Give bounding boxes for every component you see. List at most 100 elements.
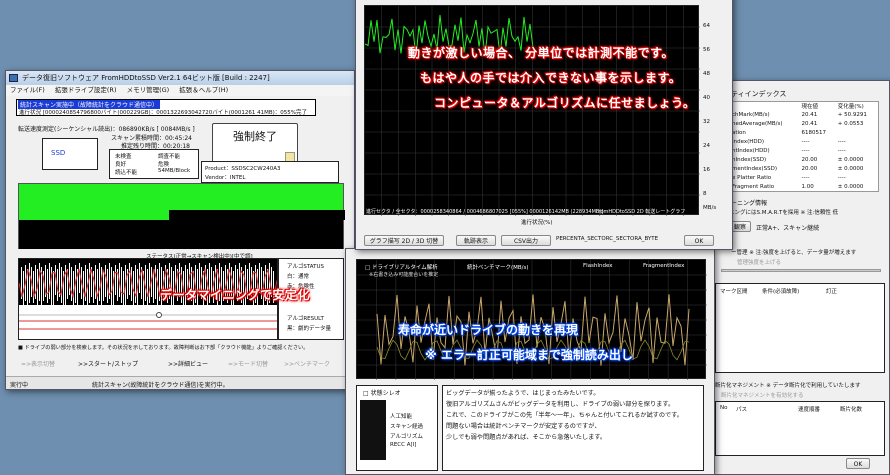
main-titlebar: データ復旧ソフトウェア FromHDDtoSSD Ver2.1 64ビット版 [… xyxy=(6,71,354,85)
menu-file[interactable]: ファイル(F) xyxy=(10,86,45,94)
stats-cell: + 0.0553 xyxy=(837,121,864,127)
y-tick-48: 48 xyxy=(703,71,710,77)
stats-cell: chMark(MB/s) xyxy=(732,112,770,118)
stats-cell: ntIndex(HDD) xyxy=(732,148,770,154)
y-tick-32: 32 xyxy=(703,119,710,125)
stats-header-name xyxy=(730,102,800,111)
y-axis: 64 56 48 40 32 24 16 8 MB/s xyxy=(701,5,731,215)
stats-row: mentIndex(SSD) 20.00 ± 0.0000 xyxy=(730,165,879,174)
stats-cell: Fragment Ratio xyxy=(732,183,775,190)
force-stop-button[interactable]: 強制終了 xyxy=(212,123,298,165)
sector-map-unscanned xyxy=(169,210,345,220)
mark-header-condition: 条件(必須故障) xyxy=(762,289,800,295)
stats-cell: 20.00 xyxy=(801,157,818,163)
stats-header-change: 変化量(%) xyxy=(837,104,864,111)
stats-cell: 20.00 xyxy=(801,166,818,172)
detail-view-button[interactable]: >>詳細ビュー xyxy=(168,359,208,368)
stats-cell: 20.41 xyxy=(801,112,818,118)
mode-switch-button[interactable]: =>モード切替 xyxy=(228,359,268,368)
algo-result-black: 黒：劇的データ量 xyxy=(287,326,332,332)
frag-header-path: パス xyxy=(736,407,748,413)
stats-cell: hIndex(SSD) xyxy=(732,157,767,163)
banner-red-2: もはや人の手では介入できない事を示します。 xyxy=(420,71,682,85)
status-bar-left: 実行中 xyxy=(10,382,29,389)
y-tick-40: 40 xyxy=(703,95,710,101)
benchmark-button[interactable]: >>ベンチマーク xyxy=(284,359,330,368)
sector-map xyxy=(18,183,345,249)
y-tick-64: 64 xyxy=(703,23,710,29)
strength-slider[interactable] xyxy=(721,269,881,272)
stats-row: ntIndex(HDD) ---- ---- xyxy=(730,147,879,156)
stats-cell: 6180517 xyxy=(801,130,827,136)
rt-legend-bench: 統計ベンチマーク(MB/s) xyxy=(467,265,529,271)
rt-legend-flash: FlashIndex xyxy=(583,263,613,269)
mark-table: マーク区間 条件(必須故障) 訂正 xyxy=(715,283,885,373)
algo-status-title: アルゴSTATUS xyxy=(287,264,324,270)
ai-message-line-1: ビッグデータが揃ったようで、はじまったみたいです。 xyxy=(446,390,600,397)
stats-row: Fragment Ratio 1.00 ± 0.0000 xyxy=(730,183,879,192)
stats-cell: ± 0.0000 xyxy=(837,183,864,190)
stats-cell: ---- xyxy=(801,175,810,181)
y-tick-56: 56 xyxy=(703,47,710,53)
product-info: Product：SSDSC2CW240A3 Vendor：INTEL xyxy=(201,161,339,183)
frag-header-speed: 速度順番 xyxy=(798,407,821,413)
rt-legend-sub: ※右書き込み可能度合いを推定 xyxy=(369,272,439,278)
menu-bar: ファイル(F) 拡張ドライブ設定(R) メモリ管理(G) 拡張＆ヘルプ(H) xyxy=(6,85,354,96)
transfer-rate: 転送速度測定(シーケンシャル読出)：086890KB/s [ 0084MB/s … xyxy=(18,126,195,133)
fragment-note[interactable]: 断片化マネジメントを有効化する xyxy=(721,391,804,399)
ssd-label: SSD xyxy=(51,149,66,157)
algo-result-title: アルゴRESULT xyxy=(287,316,324,322)
stats-cell: ± 0.0000 xyxy=(837,157,864,163)
ai-message-box: ビッグデータが揃ったようで、はじまったみたいです。 復旧アルゴリズムさんがビッグ… xyxy=(442,385,704,471)
stats-cell: Index(HDD) xyxy=(732,139,765,145)
main-window: データ復旧ソフトウェア FromHDDtoSSD Ver2.1 64ビット版 [… xyxy=(5,70,355,390)
management-item[interactable]: 管理強度を上げる xyxy=(737,258,781,266)
menu-help[interactable]: 拡張＆ヘルプ(H) xyxy=(179,86,228,94)
app-icon xyxy=(9,74,18,82)
vendor-name: Vendor：INTEL xyxy=(205,175,246,181)
stats-row: hedAverage(MB/s) 20.41 + 0.0553 xyxy=(730,120,879,129)
trajectory-button[interactable]: 軌跡表示 xyxy=(456,235,496,246)
start-stop-button[interactable]: >>スタート/ストップ xyxy=(78,359,138,368)
status-item-algo: アルゴリズム xyxy=(390,434,423,440)
transfer-graph-svg xyxy=(364,6,700,216)
stats-header-current: 現在値 xyxy=(801,104,819,111)
stats-cell: 20.41 xyxy=(801,121,818,127)
stats-cell: ---- xyxy=(801,139,810,145)
stats-row: e Platter Ratio ---- ---- xyxy=(730,174,879,183)
stats-ok-button[interactable]: OK xyxy=(846,458,870,469)
sector-map-good xyxy=(19,184,343,210)
stats-cell: ± 0.0000 xyxy=(837,166,864,172)
stats-cell: ---- xyxy=(837,139,846,145)
status-monitor-graph xyxy=(360,400,386,460)
algo-status-white: 白：通常 xyxy=(287,274,310,280)
stats-cell: ---- xyxy=(801,148,810,154)
rt-legend-left: □ ドライブリアルタイム解析 xyxy=(365,265,438,271)
stats-cell: hedAverage(MB/s) xyxy=(732,121,783,127)
banner-blue-2: ※ エラー訂正可能域まで強制読み出し xyxy=(425,348,633,362)
management-title: ー管理 ※ 注:強度を上げると、データ量が増えます xyxy=(731,250,857,256)
note-text: ■ ドライブの弱い部分を検索します。その状況を示しております。故障判断はお下部「… xyxy=(18,345,309,351)
stats-cell: ---- xyxy=(837,148,846,154)
fragment-title: 断片化マネジメント ※ データ断片化で利用していたします xyxy=(715,383,861,389)
learning-section-title: ーニング情報 xyxy=(731,200,768,207)
menu-memory[interactable]: メモリ管理(G) xyxy=(127,86,170,94)
mark-header-fix: 訂正 xyxy=(826,289,838,295)
stats-row: hIndex(SSD) 20.00 ± 0.0000 xyxy=(730,156,879,165)
toggle-2d-3d-button[interactable]: グラフ描写 2D / 3D 切替 xyxy=(364,235,444,246)
sector-footer: 進行セクタ / 全セクタ：0000258340864 / 00046868070… xyxy=(366,209,604,215)
stats-title: ティインデックス xyxy=(731,90,787,98)
ai-message-line-5: 少しでも弱や問題点があれば、そこから急落いたします。 xyxy=(446,434,607,441)
graph-ok-button[interactable]: OK xyxy=(684,235,714,246)
bottom-toolbar: =>表示切替 >>スタート/ストップ >>詳細ビュー =>モード切替 >>ベンチ… xyxy=(18,359,348,369)
toggle-view-button[interactable]: =>表示切替 xyxy=(21,359,55,368)
banner-red-1: 動きが激しい場合、 分単位では計測不能です。 xyxy=(408,46,674,60)
progress-line: 進行状況 [0000240854796800バイト(000229GB)：0001… xyxy=(19,110,307,116)
graph-footer-right: FromHDDtoSSD 2D 転送レートグラフ xyxy=(596,209,686,215)
status-item-scan: スキャン経過 xyxy=(390,424,424,430)
status-bar: 実行中 統計スキャン(故障統計をクラウド通信)を実行中。 xyxy=(6,376,354,389)
status-monitor-title: □ 状態シレオ xyxy=(363,390,401,397)
menu-drive-settings[interactable]: 拡張ドライブ設定(R) xyxy=(55,86,117,94)
legend-read-fail: 読込不能 xyxy=(115,170,138,176)
csv-export-button[interactable]: CSV出力 xyxy=(501,235,551,246)
